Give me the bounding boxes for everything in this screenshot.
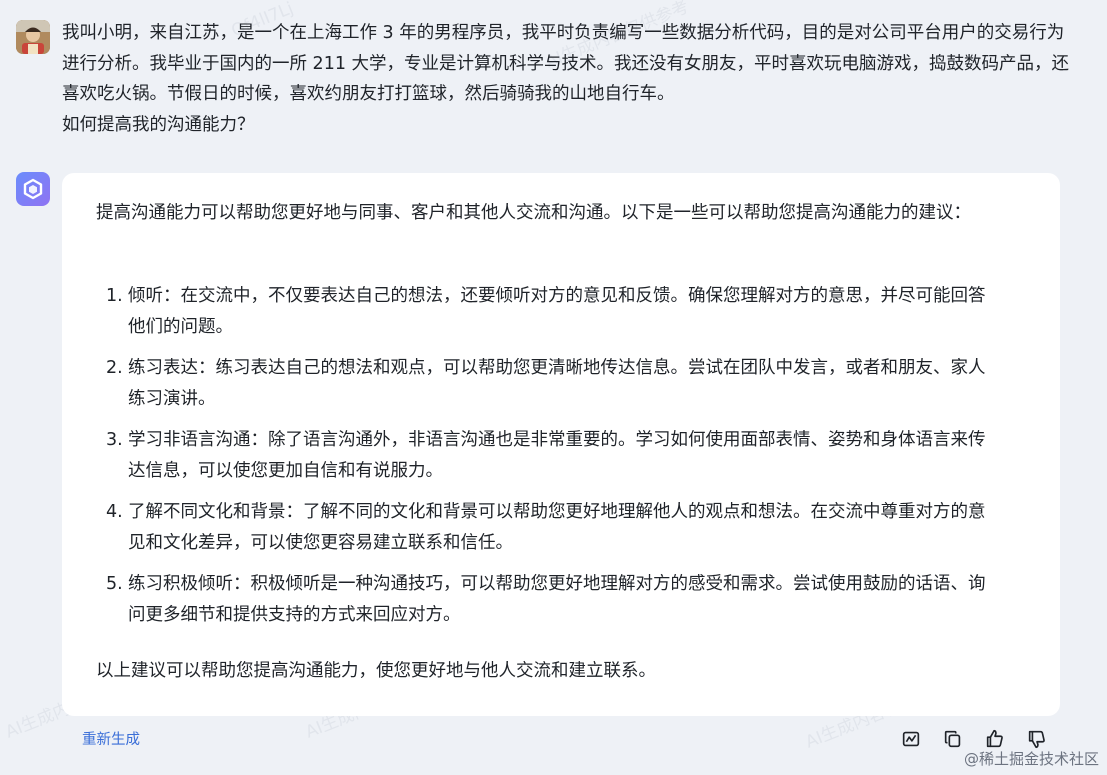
advice-item: 2. 练习表达：练习表达自己的想法和观点，可以帮助您更清晰地传达信息。尝试在团队中… [106,353,986,415]
advice-list: 1. 倾听：在交流中，不仅要表达自己的想法，还要倾听对方的意见和反馈。确保您理解对… [106,281,986,641]
reply-outro: 以上建议可以帮助您提高沟通能力，使您更好地与他人交流和建立联系。 [96,661,656,681]
advice-number: 3. [106,430,123,450]
site-watermark: @稀土掘金技术社区 [963,750,1099,768]
advice-item: 4. 了解不同文化和背景：了解不同的文化和背景可以帮助您更好地理解他人的观点和想法… [106,497,986,559]
advice-number: 5. [106,574,123,594]
advice-item: 1. 倾听：在交流中，不仅要表达自己的想法，还要倾听对方的意见和反馈。确保您理解对… [106,281,986,343]
chart-icon[interactable] [896,724,926,754]
advice-text: 练习积极倾听：积极倾听是一种沟通技巧，可以帮助您更好地理解对方的感受和需求。尝试… [128,574,986,625]
user-question: 如何提高我的沟通能力？ [62,114,255,135]
advice-item: 3. 学习非语言沟通：除了语言沟通外，非语言沟通也是非常重要的。学习如何使用面部表… [106,425,986,487]
advice-item: 5. 练习积极倾听：积极倾听是一种沟通技巧，可以帮助您更好地理解对方的感受和需求。… [106,569,986,631]
reply-intro-block: 提高沟通能力可以帮助您更好地与同事、客户和其他人交流和沟通。以下是一些可以帮助您… [96,198,1021,229]
regenerate-button[interactable]: 重新生成 [82,728,140,749]
user-message-paragraph: 我叫小明，来自江苏，是一个在上海工作 3 年的男程序员，我平时负责编写一些数据分… [62,23,1070,104]
user-avatar [16,20,50,54]
advice-text: 了解不同文化和背景：了解不同的文化和背景可以帮助您更好地理解他人的观点和想法。在… [128,502,986,553]
advice-number: 4. [106,502,123,522]
assistant-logo-icon [23,178,43,200]
user-message-text: 我叫小明，来自江苏，是一个在上海工作 3 年的男程序员，我平时负责编写一些数据分… [62,18,1072,140]
advice-text: 倾听：在交流中，不仅要表达自己的想法，还要倾听对方的意见和反馈。确保您理解对方的… [128,286,986,337]
advice-text: 练习表达：练习表达自己的想法和观点，可以帮助您更清晰地传达信息。尝试在团队中发言… [128,358,986,409]
advice-number: 1. [106,286,123,306]
advice-text: 学习非语言沟通：除了语言沟通外，非语言沟通也是非常重要的。学习如何使用面部表情、… [128,430,986,481]
advice-number: 2. [106,358,123,378]
reply-intro: 提高沟通能力可以帮助您更好地与同事、客户和其他人交流和沟通。以下是一些可以帮助您… [96,203,971,223]
assistant-avatar [16,172,50,206]
assistant-reply-card: 提高沟通能力可以帮助您更好地与同事、客户和其他人交流和沟通。以下是一些可以帮助您… [62,173,1060,716]
